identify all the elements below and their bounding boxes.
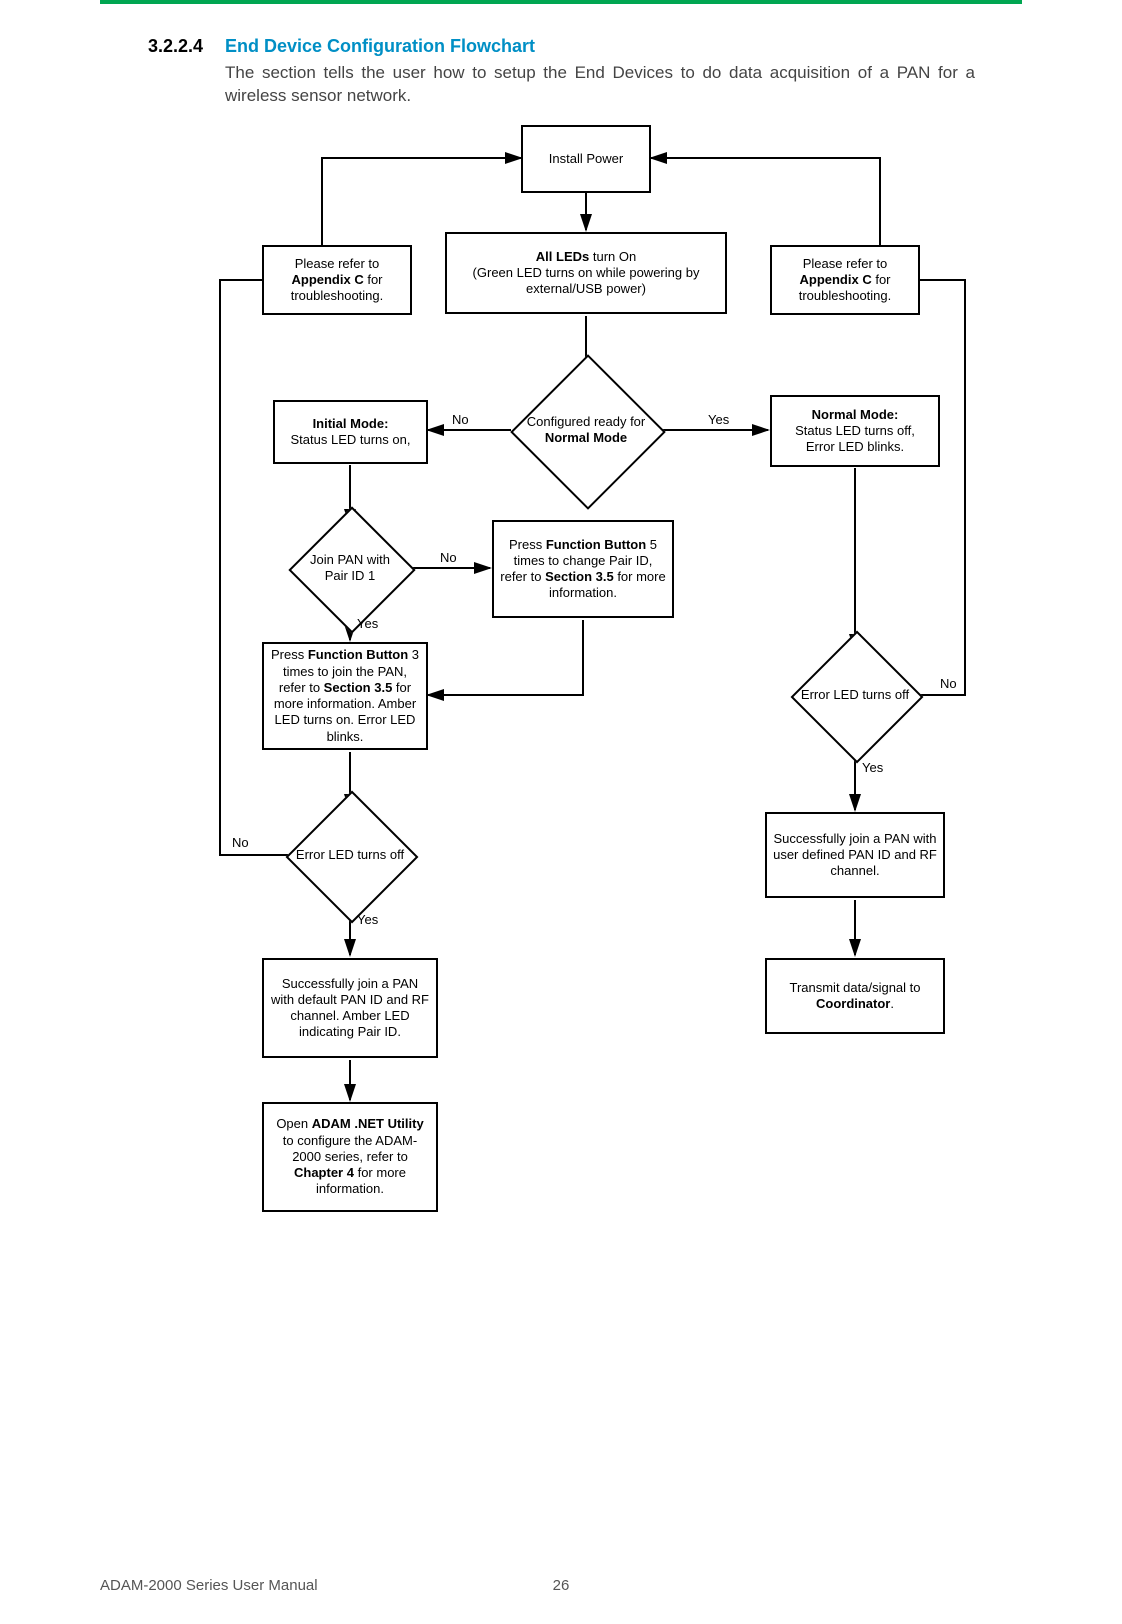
label-yes-4: Yes [862,760,883,775]
label-yes-2: Yes [357,616,378,631]
node-text: Transmit data/signal to Coordinator. [773,980,937,1013]
node-text: Please refer to Appendix C for troublesh… [270,256,404,305]
node-text: All LEDs turn On(Green LED turns on whil… [453,249,719,298]
node-text: Press Function Button 3 times to join th… [270,647,420,745]
node-trouble-left: Please refer to Appendix C for troublesh… [262,245,412,315]
node-join-default: Successfully join a PAN with default PAN… [262,958,438,1058]
label-no-4: No [940,676,957,691]
node-all-leds: All LEDs turn On(Green LED turns on whil… [445,232,727,314]
node-error-left-diamond [286,791,419,924]
node-text: Initial Mode:Status LED turns on, [291,416,411,449]
node-text: Join PAN withPair ID 1 [310,552,390,583]
label-yes-3: Yes [357,912,378,927]
node-open-util: Open ADAM .NET Utility to configure the … [262,1102,438,1212]
footer-page-number: 26 [0,1577,1122,1594]
node-join-user: Successfully join a PAN with user define… [765,812,945,898]
node-error-right-label: Error LED turns off [783,678,927,712]
node-join-pan-diamond [288,506,415,633]
node-configured-diamond [510,354,666,510]
node-text: Press Function Button 5 times to change … [500,537,666,602]
node-initial-mode: Initial Mode:Status LED turns on, [273,400,428,464]
node-text: Normal Mode:Status LED turns off,Error L… [795,407,915,456]
label-no-1: No [452,412,469,427]
node-trouble-right: Please refer to Appendix C for troublesh… [770,245,920,315]
node-error-left-label: Error LED turns off [278,838,422,872]
node-error-right-diamond [791,631,924,764]
node-text: Error LED turns off [296,847,404,863]
section-title: End Device Configuration Flowchart [225,36,535,57]
node-text: Please refer to Appendix C for troublesh… [778,256,912,305]
flowchart: Install Power All LEDs turn On(Green LED… [0,0,1122,1624]
label-yes-1: Yes [708,412,729,427]
node-text: Successfully join a PAN with user define… [773,831,937,880]
label-no-2: No [440,550,457,565]
node-press3: Press Function Button 3 times to join th… [262,642,428,750]
section-intro: The section tells the user how to setup … [225,62,975,108]
node-join-pan-label: Join PAN withPair ID 1 [287,545,413,591]
node-transmit: Transmit data/signal to Coordinator. [765,958,945,1034]
label-no-3: No [232,835,249,850]
node-text: Configured ready forNormal Mode [527,414,646,445]
section-number: 3.2.2.4 [148,36,203,57]
top-accent-bar [100,0,1022,4]
node-normal-mode: Normal Mode:Status LED turns off,Error L… [770,395,940,467]
node-configured-label: Configured ready forNormal Mode [498,395,674,465]
node-text: Open ADAM .NET Utility to configure the … [270,1116,430,1197]
node-text: Error LED turns off [801,687,909,703]
node-text: Successfully join a PAN with default PAN… [270,976,430,1041]
node-install-power: Install Power [521,125,651,193]
node-text: Install Power [549,151,623,167]
node-press5: Press Function Button 5 times to change … [492,520,674,618]
